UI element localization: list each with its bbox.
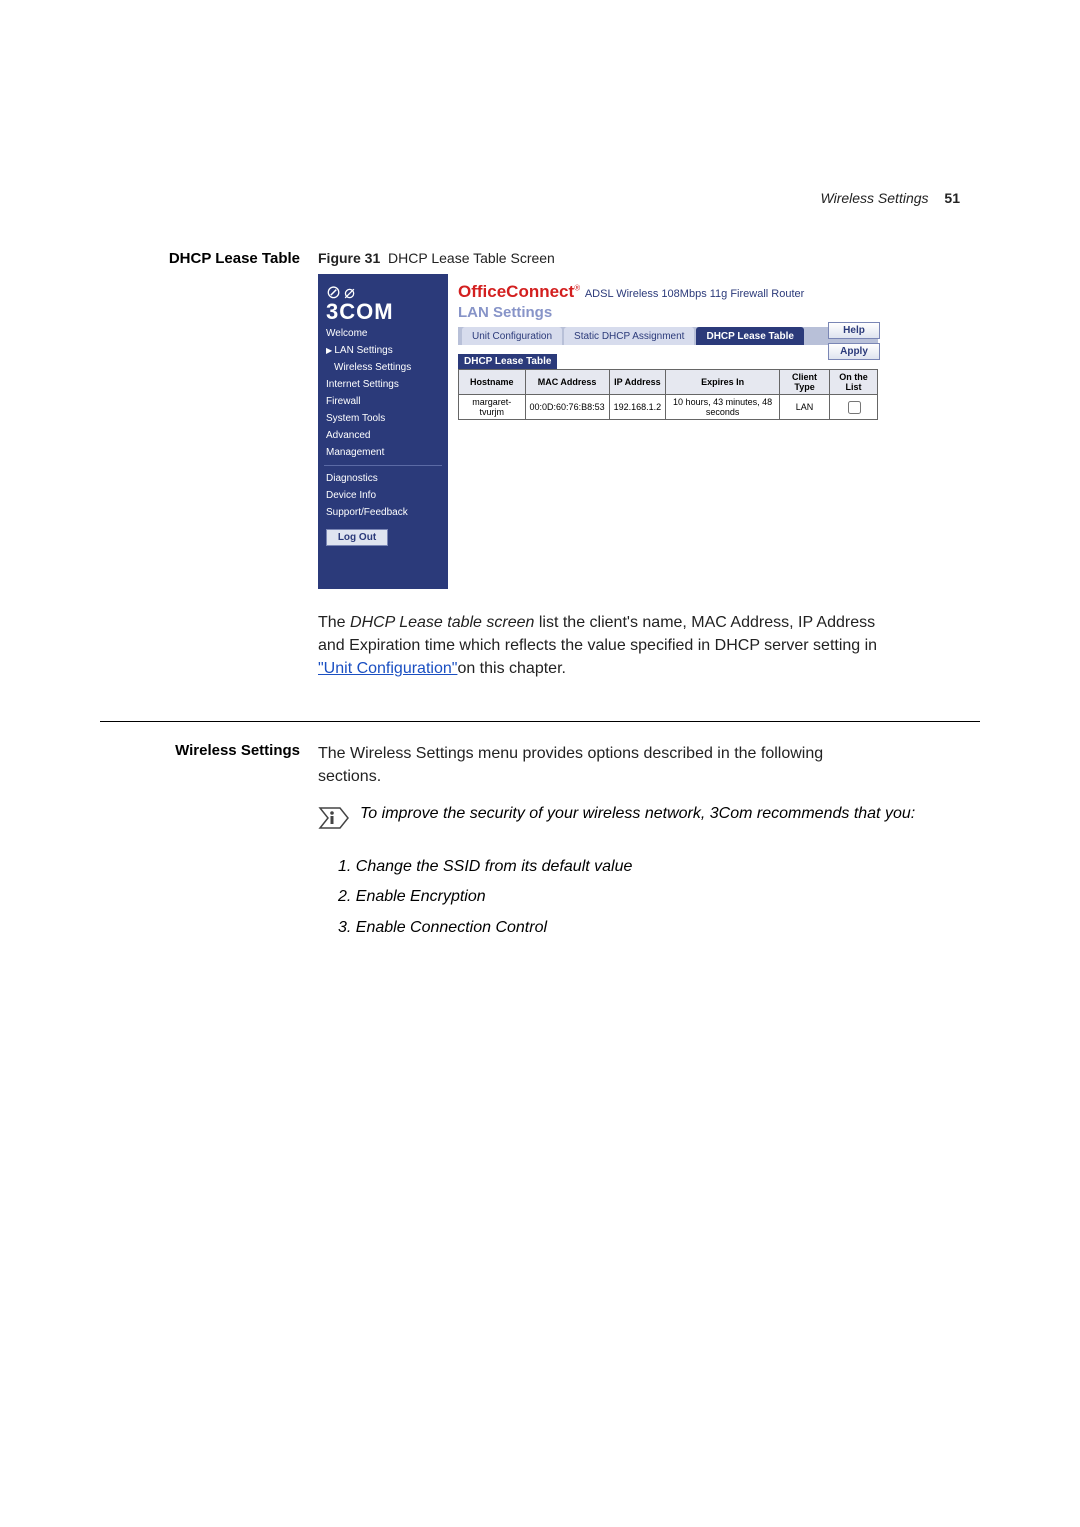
- nav-lan-settings[interactable]: LAN Settings: [318, 342, 448, 359]
- figure-caption: Figure 31 DHCP Lease Table Screen: [318, 250, 980, 266]
- nav-internet-settings[interactable]: Internet Settings: [318, 376, 448, 393]
- col-hostname: Hostname: [459, 370, 526, 395]
- table-title: DHCP Lease Table: [458, 354, 557, 369]
- nav-wireless-settings[interactable]: Wireless Settings: [318, 359, 448, 376]
- figure-number: Figure 31: [318, 250, 380, 266]
- nav-support-feedback[interactable]: Support/Feedback: [318, 504, 448, 521]
- logout-button[interactable]: Log Out: [326, 529, 388, 546]
- col-client-type: Client Type: [780, 370, 830, 395]
- nav-firewall[interactable]: Firewall: [318, 393, 448, 410]
- rec-2: 2. Enable Encryption: [338, 882, 980, 912]
- header-section: Wireless Settings: [821, 190, 929, 206]
- figure-title: DHCP Lease Table Screen: [388, 250, 555, 266]
- info-icon: [318, 802, 350, 834]
- apply-button[interactable]: Apply: [828, 343, 880, 360]
- section-title-wireless: Wireless Settings: [175, 742, 300, 759]
- page-subtitle: LAN Settings: [458, 304, 878, 321]
- nav-diagnostics[interactable]: Diagnostics: [318, 470, 448, 487]
- col-on-list: On the List: [830, 370, 878, 395]
- tab-static-dhcp[interactable]: Static DHCP Assignment: [564, 327, 694, 345]
- col-mac: MAC Address: [525, 370, 609, 395]
- tab-bar: Unit Configuration Static DHCP Assignmen…: [458, 327, 878, 345]
- nav-management[interactable]: Management: [318, 444, 448, 461]
- section-divider: [100, 721, 980, 722]
- rec-3: 3. Enable Connection Control: [338, 913, 980, 943]
- screenshot: ⊘ ⌀ 3COM Welcome LAN Settings Wireless S…: [318, 274, 888, 589]
- tab-dhcp-lease-table[interactable]: DHCP Lease Table: [696, 327, 803, 345]
- nav-system-tools[interactable]: System Tools: [318, 410, 448, 427]
- nav-advanced[interactable]: Advanced: [318, 427, 448, 444]
- page-number: 51: [944, 190, 960, 206]
- screenshot-sidebar: ⊘ ⌀ 3COM Welcome LAN Settings Wireless S…: [318, 274, 448, 589]
- nav-separator: [324, 465, 442, 466]
- table-row: margaret-tvurjm 00:0D:60:76:B8:53 192.16…: [459, 395, 878, 420]
- 3com-logo: ⊘ ⌀ 3COM: [318, 274, 448, 325]
- screenshot-main: Help Apply OfficeConnect® ADSL Wireless …: [448, 274, 888, 589]
- page-header: Wireless Settings 51: [821, 190, 961, 206]
- on-list-checkbox[interactable]: [830, 395, 878, 420]
- tab-unit-configuration[interactable]: Unit Configuration: [462, 327, 562, 345]
- security-note: To improve the security of your wireless…: [360, 802, 915, 825]
- nav-welcome[interactable]: Welcome: [318, 325, 448, 342]
- wireless-intro: The Wireless Settings menu provides opti…: [318, 742, 878, 788]
- help-button[interactable]: Help: [828, 322, 880, 339]
- nav-device-info[interactable]: Device Info: [318, 487, 448, 504]
- product-title: OfficeConnect® ADSL Wireless 108Mbps 11g…: [458, 282, 878, 302]
- recommendation-list: 1. Change the SSID from its default valu…: [318, 852, 980, 943]
- rec-1: 1. Change the SSID from its default valu…: [338, 852, 980, 882]
- col-ip: IP Address: [609, 370, 666, 395]
- col-expires: Expires In: [666, 370, 780, 395]
- dhcp-lease-table: Hostname MAC Address IP Address Expires …: [458, 369, 878, 420]
- dhcp-description: The DHCP Lease table screen list the cli…: [318, 611, 878, 681]
- section-title-dhcp: DHCP Lease Table: [169, 250, 300, 267]
- unit-configuration-link[interactable]: "Unit Configuration": [318, 660, 457, 677]
